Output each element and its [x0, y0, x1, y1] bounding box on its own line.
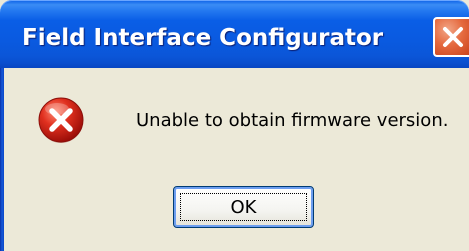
window-border [0, 68, 4, 251]
window-title: Field Interface Configurator [22, 25, 384, 51]
close-button[interactable] [433, 17, 469, 57]
dialog-window: Field Interface Configurator Unable to o… [0, 0, 469, 251]
ok-button[interactable]: OK [173, 186, 314, 228]
title-bar[interactable]: Field Interface Configurator [0, 0, 469, 68]
ok-button-label: OK [230, 197, 257, 218]
close-icon [443, 27, 463, 47]
error-message: Unable to obtain firmware version. [136, 110, 449, 131]
error-icon [37, 96, 85, 144]
